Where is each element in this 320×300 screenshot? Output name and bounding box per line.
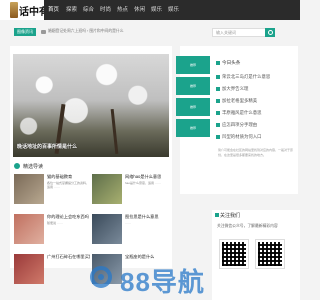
sidebar-thumb[interactable]: 推荐 xyxy=(176,119,210,137)
site-logo[interactable]: 话中有 xyxy=(10,1,44,19)
hot-list-item-label[interactable]: 加拉老格里多精美 xyxy=(222,98,257,103)
nav-item-hot[interactable]: 热点 xyxy=(117,5,128,13)
hero-caption[interactable]: 晚话地址的百事所情是什么 xyxy=(17,143,77,150)
search-input[interactable]: 输入关键词 xyxy=(212,28,266,37)
nav-item-entertainment[interactable]: 娱乐 xyxy=(151,5,162,13)
follow-title: 关注我们 xyxy=(220,213,241,219)
bullet-icon xyxy=(216,122,220,127)
hot-list-item[interactable]: 加大界告义理 xyxy=(216,86,248,92)
card-description: 各位一站式掌握提分工的资料，适用 …… xyxy=(47,181,90,189)
card-description: 随便说 …… xyxy=(47,221,63,225)
article-card[interactable]: 你的理论上会吃东西吗 随便说 …… xyxy=(14,214,90,251)
bullet-icon xyxy=(216,110,220,115)
qr-code-icon xyxy=(219,239,249,269)
bullet-icon xyxy=(216,86,220,91)
watermark: 88导航 xyxy=(120,267,205,297)
hot-list-title: 今日头条 xyxy=(222,60,241,65)
nav-item-home[interactable]: 首页 xyxy=(48,5,59,13)
card-description: hao是什么意思，适用 …… xyxy=(125,181,161,185)
main-nav: 首页 探索 综合 时尚 热点 休闲 娱乐 娱乐 xyxy=(44,0,300,20)
breadcrumb: 图像资讯 婚姻登记处周六上班吗 › 图片和中间的是什么 输入关键词 xyxy=(0,20,300,46)
card-thumbnail[interactable] xyxy=(92,214,122,244)
article-card[interactable]: 猫的基础教育 各位一站式掌握提分工的资料，适用 …… xyxy=(14,174,90,211)
hot-list-item[interactable]: 加拉老格里多精美 xyxy=(216,98,257,104)
bullet-icon xyxy=(216,134,220,139)
nav-item-general[interactable]: 综合 xyxy=(83,5,94,13)
card-thumbnail[interactable] xyxy=(14,214,44,244)
hot-list-item-label[interactable]: 应怎四项分手理由 xyxy=(222,122,257,127)
hot-list-item-label[interactable]: 荣云北三岛灯是什么意思 xyxy=(222,74,270,79)
article-card[interactable]: 网络hao是什么意思 hao是什么意思，适用 …… xyxy=(92,174,168,211)
card-thumbnail[interactable] xyxy=(92,174,122,204)
hot-list-item[interactable]: 凹型的材质为何入口 xyxy=(216,134,262,140)
sidebar-thumb[interactable]: 推荐 xyxy=(176,56,210,74)
sidebar-text: 简介可能会在社区的网站里找到对应的内容，一般对于原创，在这里是很多都要来找的地方… xyxy=(218,148,294,157)
card-thumbnail[interactable] xyxy=(14,174,44,204)
article-card[interactable]: 图拉思是什么意思 …… xyxy=(92,214,168,251)
card-title[interactable]: 猫的基础教育 xyxy=(47,174,90,180)
hot-list-item-label[interactable]: 凹型的材质为何入口 xyxy=(222,134,262,139)
breadcrumb-tag[interactable]: 图像资讯 xyxy=(14,28,36,36)
bullet-icon xyxy=(216,98,220,103)
card-description: …… xyxy=(125,221,131,225)
hot-list-item[interactable]: 应怎四项分手理由 xyxy=(216,122,257,128)
hot-list-item[interactable]: 丰原雅风是什么意思 xyxy=(216,110,262,116)
hot-list-item[interactable]: 荣云北三岛灯是什么意思 xyxy=(216,74,270,80)
card-title[interactable]: 广州打石碎石在哪里买好 xyxy=(47,254,90,260)
breadcrumb-path[interactable]: 婚姻登记处周六上班吗 › 图片和中间的是什么 xyxy=(48,29,124,34)
sidebar-thumb[interactable]: 推荐 xyxy=(176,77,210,95)
tree-trunk xyxy=(110,108,119,155)
hot-list-item-label[interactable]: 加大界告义理 xyxy=(222,86,248,91)
home-icon xyxy=(41,30,46,34)
card-title[interactable]: 网络hao是什么意思 xyxy=(125,174,168,180)
section-title: 精选导读 xyxy=(23,164,44,170)
sidebar-thumb[interactable]: 推荐 xyxy=(176,98,210,116)
watermark-logo-icon xyxy=(90,266,112,288)
nav-item-entertainment-2[interactable]: 娱乐 xyxy=(168,5,179,13)
card-title[interactable]: 图拉思是什么意思 xyxy=(125,214,168,220)
card-description xyxy=(47,261,90,281)
follow-text: 关注微信公众号，了解最新精彩内容 xyxy=(217,224,278,228)
hero-image[interactable]: 晚话地址的百事所情是什么 xyxy=(13,54,169,157)
section-icon xyxy=(14,163,20,169)
article-card[interactable]: 广州打石碎石在哪里买好 xyxy=(14,254,90,291)
card-title[interactable]: 宝瓶座的是什么 xyxy=(125,254,168,260)
card-title[interactable]: 你的理论上会吃东西吗 xyxy=(47,214,90,220)
search-button[interactable] xyxy=(265,28,275,37)
hot-list-icon xyxy=(216,61,220,65)
bullet-icon xyxy=(216,74,220,79)
hot-list-item-label[interactable]: 丰原雅风是什么意思 xyxy=(222,110,262,115)
nav-item-explore[interactable]: 探索 xyxy=(66,5,77,13)
nav-item-fashion[interactable]: 时尚 xyxy=(100,5,111,13)
page: 话中有 首页 探索 综合 时尚 热点 休闲 娱乐 娱乐 图像资讯 婚姻登记处周六… xyxy=(0,0,300,300)
card-thumbnail[interactable] xyxy=(14,254,44,284)
follow-icon xyxy=(215,213,219,217)
nav-item-leisure[interactable]: 休闲 xyxy=(134,5,145,13)
logo-icon xyxy=(10,2,18,18)
logo-text: 话中有 xyxy=(19,6,44,18)
header: 话中有 首页 探索 综合 时尚 热点 休闲 娱乐 娱乐 xyxy=(0,0,300,20)
qr-code-icon xyxy=(255,239,285,269)
